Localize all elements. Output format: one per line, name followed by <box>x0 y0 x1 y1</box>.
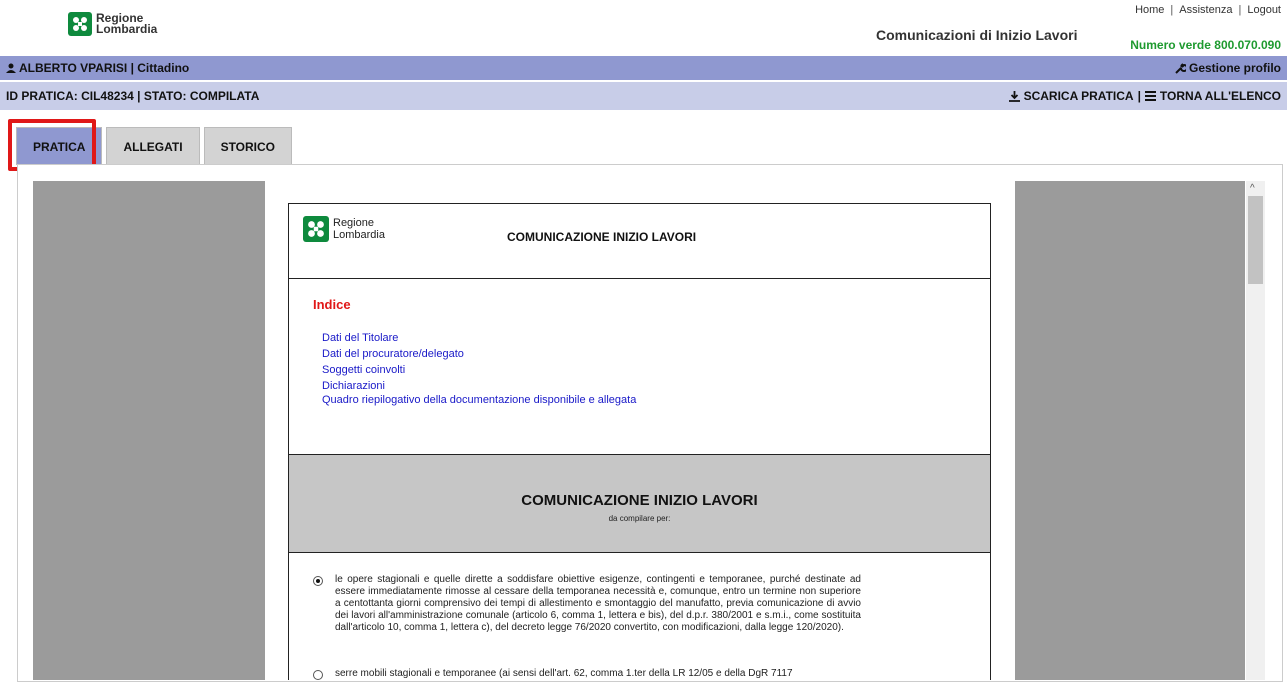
scroll-up-arrow-icon[interactable]: ^ <box>1250 183 1255 194</box>
tab-storico[interactable]: STORICO <box>203 127 293 165</box>
logout-link[interactable]: Logout <box>1247 4 1281 16</box>
top-links: Home | Assistenza | Logout <box>1135 4 1281 16</box>
index-link-soggetti[interactable]: Soggetti coinvolti <box>322 362 636 378</box>
banner-title: COMUNICAZIONE INIZIO LAVORI <box>521 492 758 509</box>
pratica-bar: ID PRATICA: CIL48234 | STATO: COMPILATA … <box>0 82 1287 110</box>
tab-allegati[interactable]: ALLEGATI <box>106 127 200 165</box>
option-text-2: serre mobili stagionali e temporanee (ai… <box>335 668 793 679</box>
torna-elenco-link[interactable]: TORNA ALL'ELENCO <box>1160 89 1281 103</box>
option-item: serre mobili stagionali e temporanee (ai… <box>313 668 861 680</box>
document-logo-icon <box>303 216 329 242</box>
document-logo-line1: Regione <box>333 217 374 229</box>
pratica-info: ID PRATICA: CIL48234 | STATO: COMPILATA <box>6 89 260 103</box>
list-icon <box>1144 91 1156 101</box>
options-list: le opere stagionali e quelle dirette a s… <box>289 554 990 680</box>
home-link[interactable]: Home <box>1135 4 1164 16</box>
index-title: Indice <box>313 297 351 312</box>
index-link-procuratore[interactable]: Dati del procuratore/delegato <box>322 346 636 362</box>
document-title: COMUNICAZIONE INIZIO LAVORI <box>507 230 697 244</box>
option-radio-1[interactable] <box>313 576 323 586</box>
logo-line2: Lombardia <box>96 22 158 36</box>
user-icon <box>6 63 16 73</box>
top-header: Regione Lombardia Home | Assistenza | Logout… <box>0 0 1287 55</box>
viewer-margin-left <box>33 181 265 680</box>
banner-subtitle: da compilare per: <box>608 514 671 523</box>
numero-verde: Numero verde 800.070.090 <box>1130 38 1281 52</box>
section-banner: COMUNICAZIONE INIZIO LAVORI da compilare… <box>289 454 990 553</box>
option-radio-2[interactable] <box>313 670 323 680</box>
document-logo: Regione Lombardia <box>303 216 385 242</box>
document-index: Indice Dati del Titolare Dati del procur… <box>289 279 990 453</box>
wrench-icon <box>1175 62 1186 74</box>
index-links: Dati del Titolare Dati del procuratore/d… <box>322 330 636 408</box>
gestione-profilo-label: Gestione profilo <box>1188 61 1281 75</box>
gestione-profilo-link[interactable]: Gestione profilo <box>1175 61 1281 75</box>
download-icon <box>1008 90 1020 102</box>
app-title: Comunicazioni di Inizio Lavori <box>876 27 1078 43</box>
regione-lombardia-logo[interactable]: Regione Lombardia <box>68 12 157 36</box>
viewer-margin-right <box>1015 181 1245 680</box>
document-header: Regione Lombardia COMUNICAZIONE INIZIO L… <box>289 204 990 279</box>
assistenza-link[interactable]: Assistenza <box>1179 4 1232 16</box>
option-text-1: le opere stagionali e quelle dirette a s… <box>335 574 861 633</box>
logo-icon <box>68 12 92 36</box>
document-logo-line2: Lombardia <box>333 229 385 241</box>
option-item: le opere stagionali e quelle dirette a s… <box>313 574 861 634</box>
user-bar: ALBERTO VPARISI | Cittadino Gestione pro… <box>0 56 1287 80</box>
index-link-quadro[interactable]: Quadro riepilogativo della documentazion… <box>322 392 636 408</box>
scrollbar-thumb[interactable] <box>1248 196 1263 284</box>
user-name: ALBERTO VPARISI | Cittadino <box>19 61 190 75</box>
index-link-titolare[interactable]: Dati del Titolare <box>322 330 636 346</box>
scarica-pratica-link[interactable]: SCARICA PRATICA <box>1024 89 1134 103</box>
